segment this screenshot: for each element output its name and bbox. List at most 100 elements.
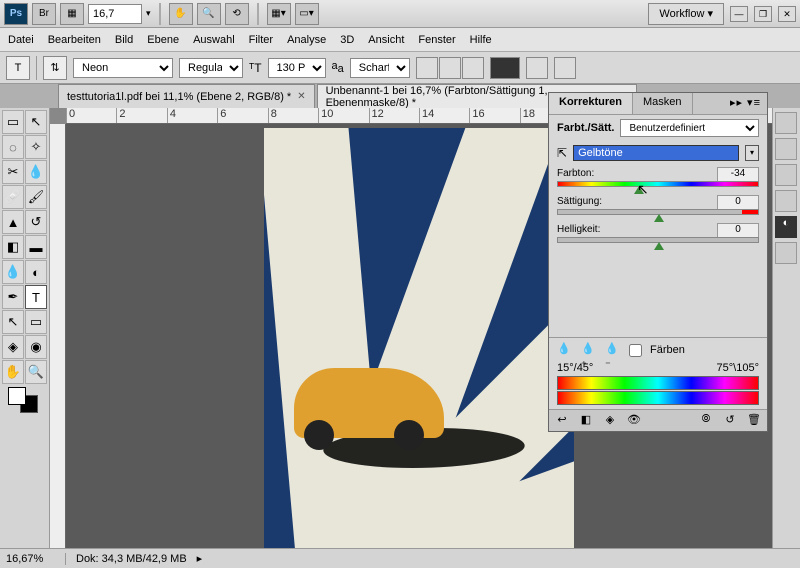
hue-slider[interactable] (557, 181, 759, 187)
zoom-tool-icon[interactable]: 🔍 (197, 3, 221, 25)
stamp-tool[interactable]: ▲ (2, 210, 24, 234)
brush-tool[interactable]: 🖌 (25, 185, 47, 209)
text-color-swatch[interactable] (490, 57, 520, 79)
workspace-switcher[interactable]: Workflow ▾ (648, 3, 724, 25)
lightness-value[interactable]: 0 (717, 223, 759, 238)
selection-tool[interactable]: ↖ (25, 110, 47, 134)
eraser-tool[interactable]: ◧ (2, 235, 24, 259)
rotate-view-icon[interactable]: ⟲ (225, 3, 249, 25)
menu-filter[interactable]: Filter (249, 34, 273, 46)
restore-button[interactable]: ❐ (754, 6, 772, 22)
ps-logo-icon[interactable]: Ps (4, 3, 28, 25)
text-orientation-icon[interactable]: ⇅ (43, 56, 67, 80)
color-swatches[interactable] (2, 385, 47, 413)
eyedropper-add-icon[interactable]: 💧₊ (581, 342, 597, 358)
dodge-tool[interactable]: ◐ (25, 260, 47, 284)
close-icon[interactable]: ✕ (297, 91, 305, 102)
font-weight-select[interactable]: Regular (179, 58, 243, 78)
menu-ebene[interactable]: Ebene (147, 34, 179, 46)
font-size-select[interactable]: 130 Pt (268, 58, 326, 78)
range-left: 15°/45° (557, 362, 593, 374)
visibility-icon[interactable]: 👁 (625, 413, 643, 429)
styles-panel-icon[interactable] (775, 164, 797, 186)
screen-mode-icon[interactable]: ▭▾ (295, 3, 319, 25)
saturation-slider[interactable] (557, 209, 759, 215)
target-adjust-icon[interactable]: ⇱ (557, 146, 567, 160)
toolbox: ▭↖ ◌✧ ✂💧 🩹🖌 ▲↺ ◧▬ 💧◐ ✒T ↖▭ ◈◉ ✋🔍 (0, 108, 50, 548)
type-tool[interactable]: T (25, 285, 47, 309)
crop-tool[interactable]: ✂ (2, 160, 24, 184)
pen-tool[interactable]: ✒ (2, 285, 24, 309)
align-left-button[interactable] (416, 57, 438, 79)
tab-korrekturen[interactable]: Korrekturen (549, 93, 633, 114)
arrange-docs-icon[interactable]: ▦▾ (267, 3, 291, 25)
character-panel-button[interactable] (554, 57, 576, 79)
hue-range-bar[interactable] (557, 376, 759, 390)
masks-panel-icon[interactable] (775, 190, 797, 212)
chevron-down-icon[interactable]: ▾ (745, 145, 759, 161)
titlebar-zoom-input[interactable] (88, 4, 142, 24)
antialias-select[interactable]: Scharf (350, 58, 410, 78)
3d-tool[interactable]: ◈ (2, 335, 24, 359)
eyedropper-sub-icon[interactable]: 💧₋ (605, 342, 621, 358)
history-brush-tool[interactable]: ↺ (25, 210, 47, 234)
menu-datei[interactable]: Datei (8, 34, 34, 46)
minimize-button[interactable]: — (730, 6, 748, 22)
font-family-select[interactable]: Neon (73, 58, 173, 78)
menu-hilfe[interactable]: Hilfe (470, 34, 492, 46)
path-select-tool[interactable]: ↖ (2, 310, 24, 334)
magic-wand-tool[interactable]: ✧ (25, 135, 47, 159)
colorize-label: Färben (650, 344, 685, 356)
options-bar: T ⇅ Neon Regular ᵀT 130 Pt aa Scharf (0, 52, 800, 84)
panel-menu-icon[interactable]: ▸▸ ▾≡ (724, 93, 767, 114)
status-zoom[interactable]: 16,67% (6, 553, 66, 565)
preset-select[interactable]: Benutzerdefiniert (620, 119, 759, 137)
3d-camera-tool[interactable]: ◉ (25, 335, 47, 359)
document-tab[interactable]: testtutoria1l.pdf bei 11,1% (Ebene 2, RG… (58, 84, 315, 108)
adjustments-panel-icon[interactable]: ◐ (775, 216, 797, 238)
channel-select[interactable]: Gelbtöne (573, 145, 739, 161)
eyedropper-icon[interactable]: 💧 (557, 342, 573, 358)
hue-result-bar (557, 391, 759, 405)
move-tool[interactable]: ▭ (2, 110, 24, 134)
zoom-tool[interactable]: 🔍 (25, 360, 47, 384)
menu-bearbeiten[interactable]: Bearbeiten (48, 34, 101, 46)
healing-tool[interactable]: 🩹 (2, 185, 24, 209)
previous-state-icon[interactable]: ⦾ (697, 413, 715, 429)
menu-bild[interactable]: Bild (115, 34, 133, 46)
close-button[interactable]: ✕ (778, 6, 796, 22)
clip-layer-icon[interactable]: ◈ (601, 413, 619, 429)
menu-ansicht[interactable]: Ansicht (368, 34, 404, 46)
tab-masken[interactable]: Masken (633, 93, 693, 114)
warp-text-button[interactable] (526, 57, 548, 79)
adjustment-title: Farbt./Sätt. (557, 122, 614, 134)
hue-value[interactable]: -34 (717, 167, 759, 182)
eyedropper-tool[interactable]: 💧 (25, 160, 47, 184)
hand-tool[interactable]: ✋ (2, 360, 24, 384)
bridge-icon[interactable]: Br (32, 3, 56, 25)
status-menu-icon[interactable]: ▸ (197, 552, 203, 565)
layers-panel-icon[interactable] (775, 242, 797, 264)
lightness-slider[interactable] (557, 237, 759, 243)
blur-tool[interactable]: 💧 (2, 260, 24, 284)
dock-expand-icon[interactable] (775, 112, 797, 134)
return-icon[interactable]: ↩ (553, 413, 571, 429)
saturation-value[interactable]: 0 (717, 195, 759, 210)
lasso-tool[interactable]: ◌ (2, 135, 24, 159)
mini-bridge-icon[interactable]: ▦ (60, 3, 84, 25)
expand-view-icon[interactable]: ◧ (577, 413, 595, 429)
gradient-tool[interactable]: ▬ (25, 235, 47, 259)
swatches-panel-icon[interactable] (775, 138, 797, 160)
menu-auswahl[interactable]: Auswahl (193, 34, 235, 46)
lightness-label: Helligkeit: (557, 224, 600, 235)
reset-icon[interactable]: ↺ (721, 413, 739, 429)
hand-tool-icon[interactable]: ✋ (169, 3, 193, 25)
colorize-checkbox[interactable] (629, 344, 642, 357)
menu-analyse[interactable]: Analyse (287, 34, 326, 46)
align-right-button[interactable] (462, 57, 484, 79)
shape-tool[interactable]: ▭ (25, 310, 47, 334)
trash-icon[interactable]: 🗑 (745, 413, 763, 429)
menu-3d[interactable]: 3D (340, 34, 354, 46)
align-center-button[interactable] (439, 57, 461, 79)
menu-fenster[interactable]: Fenster (418, 34, 455, 46)
